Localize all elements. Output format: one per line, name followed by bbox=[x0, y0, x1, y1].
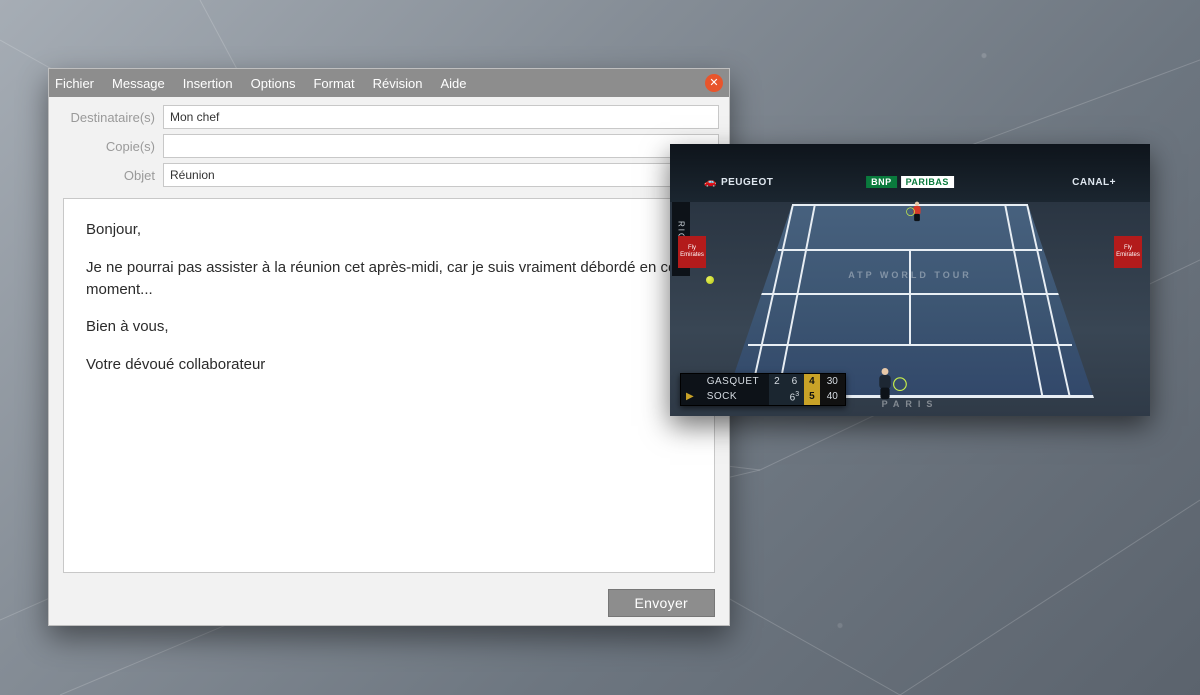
desktop-background: Fichier Message Insertion Options Format… bbox=[0, 0, 1200, 695]
menu-bar: Fichier Message Insertion Options Format… bbox=[49, 69, 729, 97]
pip-video-overlay[interactable]: 🚗 PEUGEOT BNP PARIBAS CANAL+ RICOH Fly E… bbox=[670, 144, 1150, 416]
player-near bbox=[875, 366, 896, 401]
menu-file[interactable]: Fichier bbox=[55, 76, 94, 91]
score-name: SOCK bbox=[699, 389, 769, 405]
score-points: 30 bbox=[820, 374, 845, 389]
send-button[interactable]: Envoyer bbox=[608, 589, 715, 617]
player-far bbox=[911, 200, 924, 222]
tennis-ball-icon bbox=[706, 276, 714, 284]
score-name: GASQUET bbox=[699, 374, 769, 389]
score-games: 4 bbox=[804, 374, 820, 389]
menu-message[interactable]: Message bbox=[112, 76, 165, 91]
subject-input[interactable] bbox=[163, 163, 719, 187]
emirates-banner-right: Fly Emirates bbox=[1114, 236, 1142, 268]
menu-review[interactable]: Révision bbox=[373, 76, 423, 91]
serving-indicator bbox=[681, 374, 699, 389]
sponsor-peugeot: 🚗 PEUGEOT bbox=[704, 174, 773, 190]
score-set1 bbox=[769, 389, 785, 405]
emirates-banner-left: Fly Emirates bbox=[678, 236, 706, 268]
menu-insert[interactable]: Insertion bbox=[183, 76, 233, 91]
window-close-button[interactable]: ✕ bbox=[705, 74, 723, 92]
pip-crowd-area bbox=[670, 144, 1150, 202]
menu-options[interactable]: Options bbox=[251, 76, 296, 91]
body-paragraph: Je ne pourrai pas assister à la réunion … bbox=[86, 257, 692, 301]
mail-header-fields: Destinataire(s) Copie(s) Objet bbox=[49, 97, 729, 198]
body-paragraph: Votre dévoué collaborateur bbox=[86, 354, 692, 376]
score-row-p1: GASQUET 2 6 4 30 bbox=[681, 374, 845, 389]
cc-label: Copie(s) bbox=[59, 139, 163, 154]
body-paragraph: Bien à vous, bbox=[86, 316, 692, 338]
score-points: 40 bbox=[820, 389, 845, 405]
score-games: 5 bbox=[804, 389, 820, 405]
compose-mail-window: Fichier Message Insertion Options Format… bbox=[48, 68, 730, 626]
score-set2: 63 bbox=[785, 389, 804, 405]
serving-indicator: ▶ bbox=[681, 389, 699, 405]
message-body-editor[interactable]: Bonjour, Je ne pourrai pas assister à la… bbox=[63, 198, 715, 573]
subject-label: Objet bbox=[59, 168, 163, 183]
menu-help[interactable]: Aide bbox=[440, 76, 466, 91]
sponsor-bnp: BNP PARIBAS bbox=[866, 174, 954, 190]
menu-format[interactable]: Format bbox=[313, 76, 354, 91]
score-row-p2: ▶ SOCK 63 5 40 bbox=[681, 389, 845, 405]
close-icon: ✕ bbox=[709, 78, 718, 89]
cc-input[interactable] bbox=[163, 134, 719, 158]
body-paragraph: Bonjour, bbox=[86, 219, 692, 241]
score-set2: 6 bbox=[785, 374, 804, 389]
score-set1: 2 bbox=[769, 374, 785, 389]
compose-footer: Envoyer bbox=[49, 581, 729, 625]
sponsor-canal: CANAL+ bbox=[1072, 174, 1116, 190]
tennis-scoreboard: GASQUET 2 6 4 30 ▶ SOCK 63 5 40 bbox=[680, 373, 846, 406]
to-input[interactable] bbox=[163, 105, 719, 129]
to-label: Destinataire(s) bbox=[59, 110, 163, 125]
